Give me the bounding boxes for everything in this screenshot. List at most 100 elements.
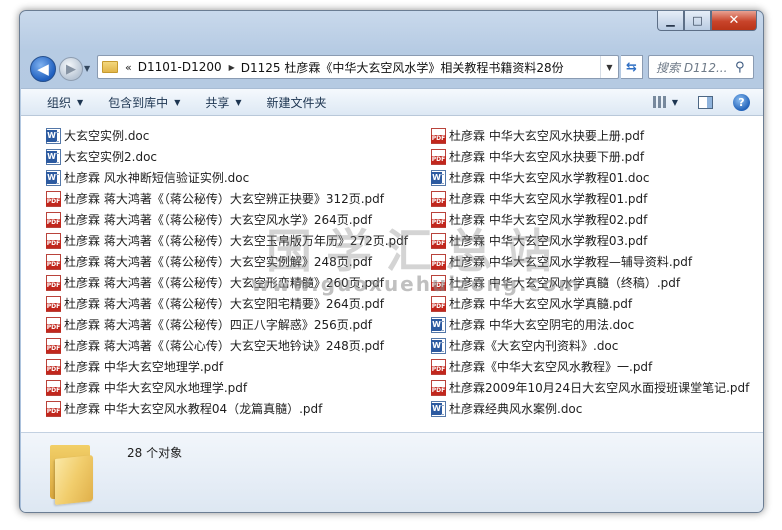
address-history-dropdown[interactable]: ▼ [600, 56, 618, 78]
file-item[interactable]: 杜彦霖 中华大玄空风水学教程01.pdf [431, 188, 749, 209]
file-name: 杜彦霖 蒋大鸿著《（蒋公秘传）大玄空玉帛版万年历》272页.pdf [64, 234, 408, 248]
recent-pages-dropdown[interactable]: ▼ [84, 64, 90, 73]
search-input[interactable]: 搜索 D112... [656, 59, 735, 76]
pdf-icon [431, 127, 446, 144]
file-name: 杜彦霖 中华大玄空风水学教程—辅导资料.pdf [449, 255, 693, 269]
explorer-window: ▁ □ ✕ ◀ ▶ ▼ « D1101-D1200 ▶ D1125 杜彦霖《中华… [19, 10, 764, 513]
file-item[interactable]: 杜彦霖 中华大玄空风水学教程01.doc [431, 167, 749, 188]
file-name: 杜彦霖 中华大玄空风水教程04（龙篇真髓）.pdf [64, 402, 323, 416]
window-controls: ▁ □ ✕ [657, 11, 757, 31]
arrow-right-icon: ▶ [66, 61, 76, 77]
pdf-icon [46, 400, 61, 417]
refresh-button[interactable]: ⇆ [621, 55, 643, 79]
file-item[interactable]: 杜彦霖 中华大玄空风水学真髓.pdf [431, 293, 749, 314]
breadcrumb-overflow[interactable]: « [125, 61, 132, 74]
item-count: 28 个对象 [127, 446, 183, 460]
file-column-left: 大玄空实例.doc 大玄空实例2.doc 杜彦霖 风水神断短信验证实例.doc 杜彦霖… [46, 125, 408, 419]
file-name: 杜彦霖 蒋大鸿著《（蒋公秘传）大玄空阳宅精要》264页.pdf [64, 297, 384, 311]
file-name: 杜彦霖 中华大玄空阴宅的用法.doc [449, 318, 635, 332]
file-item[interactable]: 杜彦霖 蒋大鸿著《（蒋公秘传）大玄空玉帛版万年历》272页.pdf [46, 230, 408, 251]
pdf-icon [46, 253, 61, 270]
address-bar[interactable]: « D1101-D1200 ▶ D1125 杜彦霖《中华大玄空风水学》相关教程书… [97, 55, 619, 79]
file-item[interactable]: 杜彦霖 中华大玄空风水学教程03.pdf [431, 230, 749, 251]
file-item[interactable]: 杜彦霖《大玄空内刊资料》.doc [431, 335, 749, 356]
file-name: 杜彦霖 蒋大鸿著《（蒋公秘传）四正八字解惑》256页.pdf [64, 318, 372, 332]
file-item[interactable]: 大玄空实例.doc [46, 125, 408, 146]
file-item[interactable]: 杜彦霖 中华大玄空风水地理学.pdf [46, 377, 408, 398]
title-bar[interactable]: ▁ □ ✕ [20, 11, 763, 47]
view-options-dropdown[interactable]: ▼ [672, 98, 678, 107]
file-item[interactable]: 杜彦霖 蒋大鸿著《（蒋公秘传）大玄空辨正抉要》312页.pdf [46, 188, 408, 209]
file-name: 杜彦霖 蒋大鸿著《（蒋公秘传）大玄空实例解》248页.pdf [64, 255, 372, 269]
breadcrumb-segment-parent[interactable]: D1101-D1200 [138, 60, 222, 74]
refresh-icon: ⇆ [626, 59, 637, 75]
file-item[interactable]: 杜彦霖 中华大玄空风水抉要下册.pdf [431, 146, 749, 167]
share-menu[interactable]: 共享 ▼ [205, 94, 241, 111]
file-name: 杜彦霖 中华大玄空地理学.pdf [64, 360, 224, 374]
breadcrumb-segment-current[interactable]: D1125 杜彦霖《中华大玄空风水学》相关教程书籍资料28份 [241, 59, 564, 76]
file-name: 杜彦霖《中华大玄空风水教程》一.pdf [449, 360, 653, 374]
word-doc-icon [46, 148, 61, 165]
view-options-icon[interactable] [652, 96, 667, 108]
file-name: 杜彦霖经典风水案例.doc [449, 402, 583, 416]
file-name: 杜彦霖《大玄空内刊资料》.doc [449, 339, 619, 353]
file-item[interactable]: 大玄空实例2.doc [46, 146, 408, 167]
file-name: 杜彦霖2009年10月24日大玄空风水面授班课堂笔记.pdf [449, 381, 750, 395]
pdf-icon [431, 358, 446, 375]
word-doc-icon [431, 169, 446, 186]
file-item[interactable]: 杜彦霖2009年10月24日大玄空风水面授班课堂笔记.pdf [431, 377, 749, 398]
include-in-library-menu[interactable]: 包含到库中 ▼ [108, 94, 180, 111]
magnifier-icon[interactable]: ⚲ [735, 60, 753, 75]
file-item[interactable]: 杜彦霖 中华大玄空风水学真髓（终稿）.pdf [431, 272, 749, 293]
file-item[interactable]: 杜彦霖 中华大玄空风水抉要上册.pdf [431, 125, 749, 146]
new-folder-button[interactable]: 新建文件夹 [267, 94, 327, 111]
details-pane: 28 个对象 [21, 432, 763, 512]
pdf-icon [46, 295, 61, 312]
file-item[interactable]: 杜彦霖 蒋大鸿著《（蒋公秘传）大玄空风水学》264页.pdf [46, 209, 408, 230]
file-item[interactable]: 杜彦霖《中华大玄空风水教程》一.pdf [431, 356, 749, 377]
file-item[interactable]: 杜彦霖 中华大玄空风水学教程—辅导资料.pdf [431, 251, 749, 272]
file-name: 杜彦霖 蒋大鸿著《（蒋公心传）大玄空天地钤诀》248页.pdf [64, 339, 384, 353]
file-name: 杜彦霖 蒋大鸿著《（蒋公秘传）大玄空辨正抉要》312页.pdf [64, 192, 384, 206]
pdf-icon [431, 211, 446, 228]
organize-menu[interactable]: 组织 ▼ [47, 94, 83, 111]
word-doc-icon [431, 337, 446, 354]
pdf-icon [431, 253, 446, 270]
file-list: 大玄空实例.doc 大玄空实例2.doc 杜彦霖 风水神断短信验证实例.doc 杜彦霖… [21, 116, 763, 432]
minimize-button[interactable]: ▁ [657, 11, 684, 31]
back-button[interactable]: ◀ [30, 56, 56, 82]
pdf-icon [46, 211, 61, 228]
file-item[interactable]: 杜彦霖 蒋大鸿著《（蒋公秘传）大玄空实例解》248页.pdf [46, 251, 408, 272]
file-item[interactable]: 杜彦霖 蒋大鸿著《（蒋公秘传）大玄空阳宅精要》264页.pdf [46, 293, 408, 314]
organize-label: 组织 [47, 95, 72, 110]
file-column-right: 杜彦霖 中华大玄空风水抉要上册.pdf 杜彦霖 中华大玄空风水抉要下册.pdf 杜彦… [431, 125, 749, 419]
close-button[interactable]: ✕ [711, 11, 757, 31]
file-item[interactable]: 杜彦霖 风水神断短信验证实例.doc [46, 167, 408, 188]
file-item[interactable]: 杜彦霖 蒋大鸿著《（蒋公秘传）大玄空形峦精髓》260页.pdf [46, 272, 408, 293]
search-box[interactable]: 搜索 D112... ⚲ [648, 55, 754, 79]
forward-button[interactable]: ▶ [59, 57, 83, 81]
file-item[interactable]: 杜彦霖 蒋大鸿著《（蒋公秘传）四正八字解惑》256页.pdf [46, 314, 408, 335]
maximize-button[interactable]: □ [684, 11, 711, 31]
pdf-icon [46, 232, 61, 249]
file-item[interactable]: 杜彦霖 中华大玄空风水学教程02.pdf [431, 209, 749, 230]
file-item[interactable]: 杜彦霖经典风水案例.doc [431, 398, 749, 419]
file-name: 杜彦霖 中华大玄空风水学教程01.pdf [449, 192, 648, 206]
file-item[interactable]: 杜彦霖 中华大玄空风水教程04（龙篇真髓）.pdf [46, 398, 408, 419]
preview-pane-icon[interactable] [698, 95, 713, 109]
pdf-icon [431, 148, 446, 165]
breadcrumb-separator[interactable]: ▶ [229, 63, 235, 72]
file-name: 杜彦霖 风水神断短信验证实例.doc [64, 171, 250, 185]
file-name: 杜彦霖 中华大玄空风水学教程03.pdf [449, 234, 648, 248]
pdf-icon [431, 232, 446, 249]
file-item[interactable]: 杜彦霖 中华大玄空阴宅的用法.doc [431, 314, 749, 335]
file-item[interactable]: 杜彦霖 蒋大鸿著《（蒋公心传）大玄空天地钤诀》248页.pdf [46, 335, 408, 356]
share-label: 共享 [205, 95, 230, 110]
file-item[interactable]: 杜彦霖 中华大玄空地理学.pdf [46, 356, 408, 377]
pdf-icon [46, 274, 61, 291]
folder-icon [102, 61, 118, 73]
help-icon[interactable]: ? [733, 93, 750, 111]
word-doc-icon [431, 316, 446, 333]
pdf-icon [46, 358, 61, 375]
file-name: 杜彦霖 中华大玄空风水学教程02.pdf [449, 213, 648, 227]
